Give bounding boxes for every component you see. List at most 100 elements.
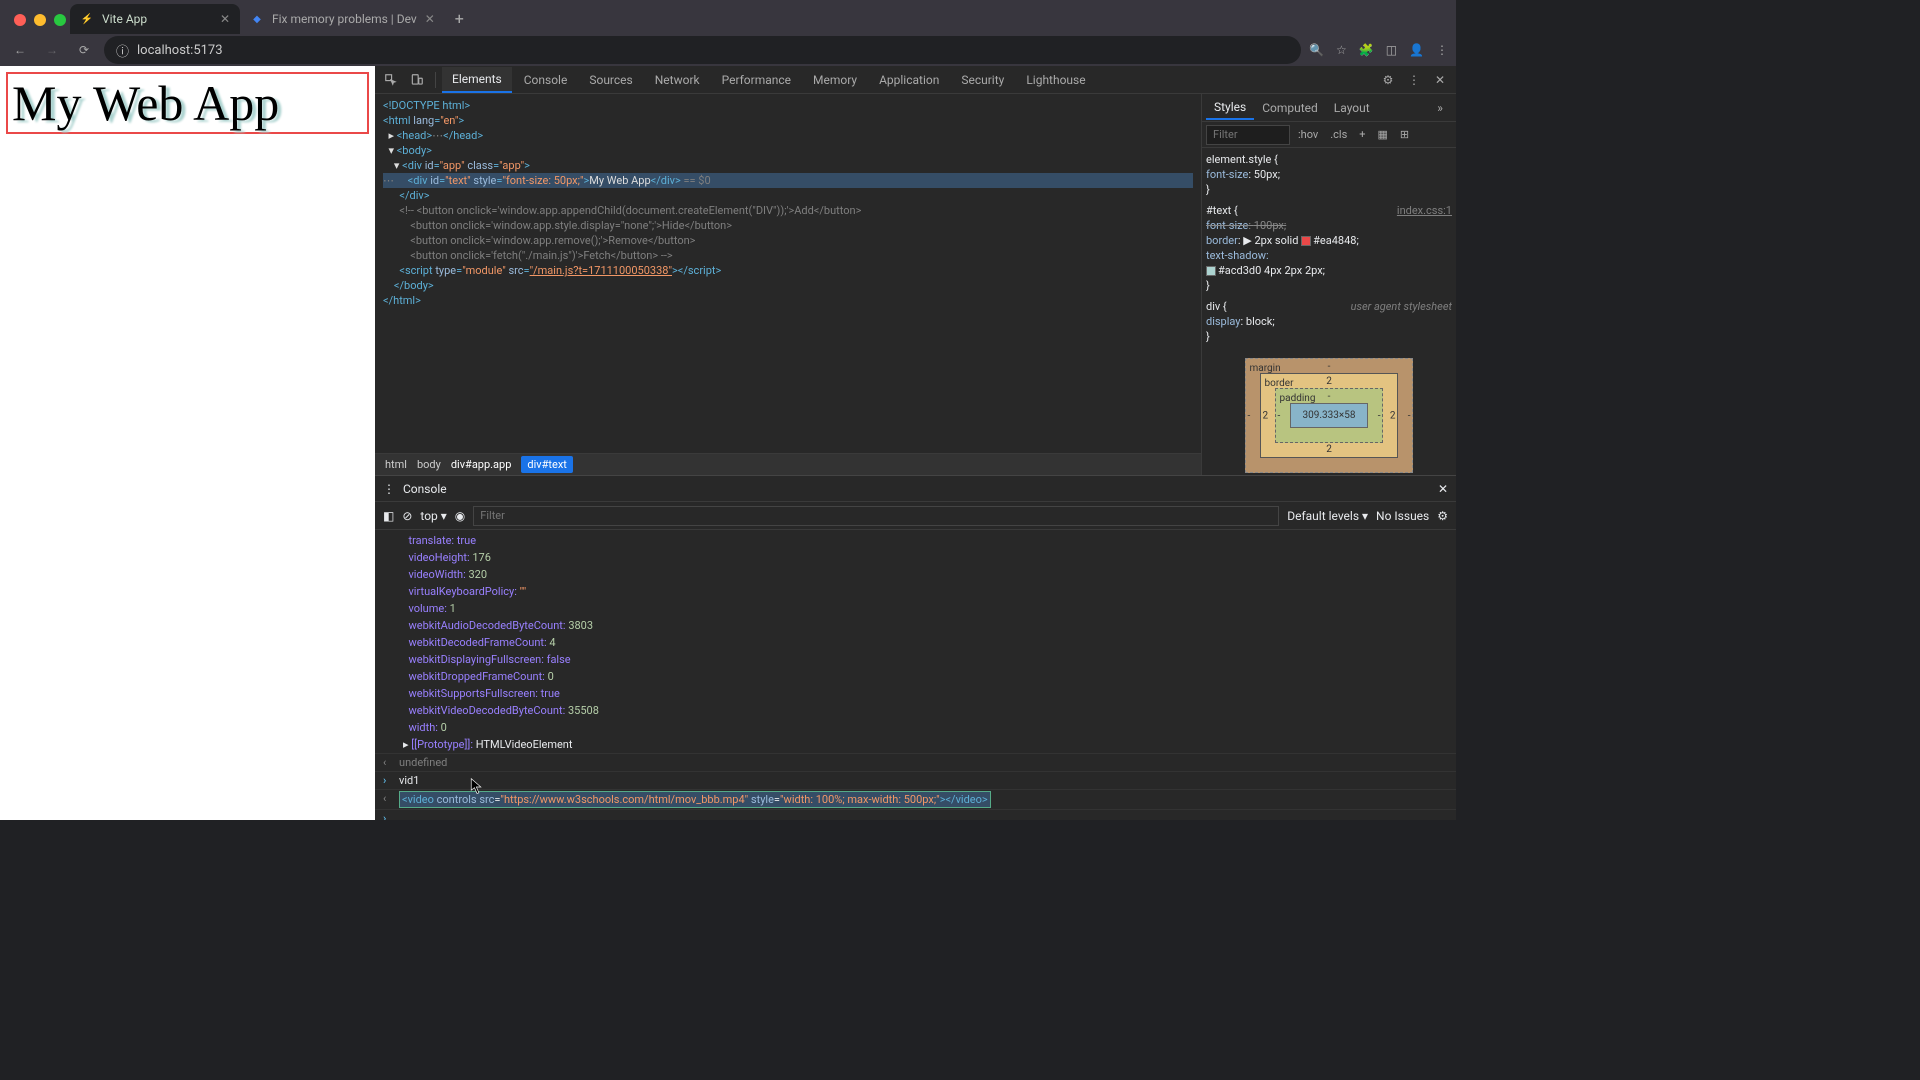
cls-toggle[interactable]: .cls [1326,128,1351,141]
dom-node[interactable]: </body> [394,279,434,292]
tab-memory[interactable]: Memory [803,68,867,92]
page-viewport: My Web App [0,66,375,820]
extensions-icon[interactable]: 🧩 [1359,43,1374,57]
dom-tree[interactable]: <!DOCTYPE html> <html lang="en"> ▸ <head… [375,94,1201,453]
dom-node-selected[interactable]: ⋯ <div id="text" style="font-size: 50px;… [383,173,1193,188]
selector[interactable]: #text { [1206,203,1238,218]
styles-tabs: Styles Computed Layout » [1202,94,1456,122]
dom-comment[interactable]: <!-- <button onclick='window.app.appendC… [399,204,861,217]
dom-node[interactable]: <head> [397,129,432,142]
minimize-window[interactable] [34,14,46,26]
tab-elements[interactable]: Elements [442,67,512,93]
crumb-body[interactable]: body [417,458,441,471]
console-return-element[interactable]: ‹<video controls src="https://www.w3scho… [375,789,1456,809]
new-rule-icon[interactable]: + [1355,128,1369,141]
profile-icon[interactable]: 👤 [1409,43,1424,57]
crumb-app[interactable]: div#app.app [451,458,512,471]
inspect-icon[interactable] [379,68,403,92]
styles-filter-input[interactable] [1206,125,1290,145]
tab-styles[interactable]: Styles [1206,96,1254,120]
box-model[interactable]: margin--- border2222 padding--- 309.333×… [1206,350,1452,475]
grid-icon[interactable]: ⊞ [1396,128,1413,141]
tab-performance[interactable]: Performance [712,68,801,92]
console-prompt[interactable]: › [375,809,1456,820]
bookmark-icon[interactable]: ☆ [1336,43,1347,57]
heading-text: My Web App [12,74,363,132]
selector[interactable]: element.style { [1206,152,1452,167]
close-window[interactable] [14,14,26,26]
drawer-menu-icon[interactable]: ⋮ [383,482,395,496]
sidepanel-icon[interactable]: ◫ [1386,43,1397,57]
source-link[interactable]: index.css:1 [1397,203,1452,218]
dom-comment[interactable]: <button onclick='window.app.style.displa… [399,219,732,232]
close-tab-icon[interactable]: ✕ [220,12,230,26]
dom-node[interactable]: <!DOCTYPE html> [383,99,470,112]
styles-body[interactable]: element.style { font-size: 50px; } #text… [1202,148,1456,475]
close-drawer-icon[interactable]: ✕ [1438,482,1448,496]
browser-chrome: ⚡ Vite App ✕ ◆ Fix memory problems | Dev… [0,0,1456,66]
chrome-favicon: ◆ [250,12,264,26]
console-output[interactable]: translate: true videoHeight: 176 videoWi… [375,530,1456,820]
zoom-icon[interactable]: 🔍 [1309,43,1324,57]
tab-security[interactable]: Security [951,68,1014,92]
forward-button[interactable]: → [40,38,64,62]
tab-layout[interactable]: Layout [1326,97,1378,119]
tab-sources[interactable]: Sources [579,68,642,92]
more-tabs-icon[interactable]: » [1428,96,1452,120]
device-toggle-icon[interactable] [405,68,429,92]
dom-node[interactable]: <div id="app" class="app"> [402,159,530,172]
levels-selector[interactable]: Default levels ▾ [1287,509,1368,523]
eye-icon[interactable]: ◉ [455,509,465,523]
tab-strip: ⚡ Vite App ✕ ◆ Fix memory problems | Dev… [0,0,1456,34]
tab-network[interactable]: Network [645,68,710,92]
close-tab-icon[interactable]: ✕ [425,12,435,26]
console-filter-input[interactable] [473,506,1279,526]
dom-comment[interactable]: <button onclick='window.app.remove();'>R… [399,234,695,247]
back-button[interactable]: ← [8,38,32,62]
console-input-past: ›vid1 [375,771,1456,789]
window-controls [14,14,66,26]
crumb-selected[interactable]: div#text [521,456,572,473]
maximize-window[interactable] [54,14,66,26]
sidebar-toggle-icon[interactable]: ◧ [383,509,394,523]
context-selector[interactable]: top ▾ [420,509,446,523]
close-devtools-icon[interactable]: ✕ [1428,68,1452,92]
vite-favicon: ⚡ [80,12,94,26]
selector[interactable]: div { [1206,299,1227,314]
console-drawer: ⋮ Console ✕ ◧ ⊘ top ▾ ◉ Default levels ▾… [375,475,1456,820]
main-area: My Web App Elements Console Sources Netw… [0,66,1456,820]
site-info-icon[interactable]: ⓘ [116,41,129,60]
dom-node[interactable]: <script type="module" src="/main.js?t=17… [399,264,721,277]
dom-comment[interactable]: <button onclick='fetch("./main.js")'>Fet… [399,249,672,262]
crumb-html[interactable]: html [385,458,407,471]
issues-badge[interactable]: No Issues [1376,509,1429,523]
clear-console-icon[interactable]: ⊘ [402,509,412,523]
dom-node[interactable]: <html lang="en"> [383,114,464,127]
toolbar: ← → ⟳ ⓘ localhost:5173 🔍 ☆ 🧩 ◫ 👤 ⋮ [0,34,1456,66]
tab-application[interactable]: Application [869,68,949,92]
browser-tab-active[interactable]: ⚡ Vite App ✕ [70,4,240,34]
drawer-header: ⋮ Console ✕ [375,476,1456,502]
hov-toggle[interactable]: :hov [1294,128,1322,141]
flex-icon[interactable]: ▦ [1374,128,1392,141]
tab-title: Vite App [102,12,147,26]
settings-icon[interactable]: ⚙ [1376,68,1400,92]
dom-node[interactable]: </html> [383,294,421,307]
tab-console[interactable]: Console [514,68,578,92]
console-settings-icon[interactable]: ⚙ [1437,509,1448,523]
styles-toolbar: :hov .cls + ▦ ⊞ [1202,122,1456,148]
menu-icon[interactable]: ⋮ [1436,43,1448,57]
dom-node[interactable]: </div> [399,189,429,202]
tab-lighthouse[interactable]: Lighthouse [1016,68,1095,92]
browser-tab[interactable]: ◆ Fix memory problems | Dev ✕ [240,4,445,34]
address-bar[interactable]: ⓘ localhost:5173 [104,36,1301,64]
drawer-tab-console[interactable]: Console [403,482,447,496]
elements-panel: <!DOCTYPE html> <html lang="en"> ▸ <head… [375,94,1201,475]
reload-button[interactable]: ⟳ [72,38,96,62]
more-icon[interactable]: ⋮ [1402,68,1426,92]
styles-panel: Styles Computed Layout » :hov .cls + ▦ ⊞ [1201,94,1456,475]
toolbar-actions: 🔍 ☆ 🧩 ◫ 👤 ⋮ [1309,43,1448,57]
new-tab-button[interactable]: + [445,3,474,34]
dom-node[interactable]: <body> [397,144,432,157]
tab-computed[interactable]: Computed [1254,97,1326,119]
